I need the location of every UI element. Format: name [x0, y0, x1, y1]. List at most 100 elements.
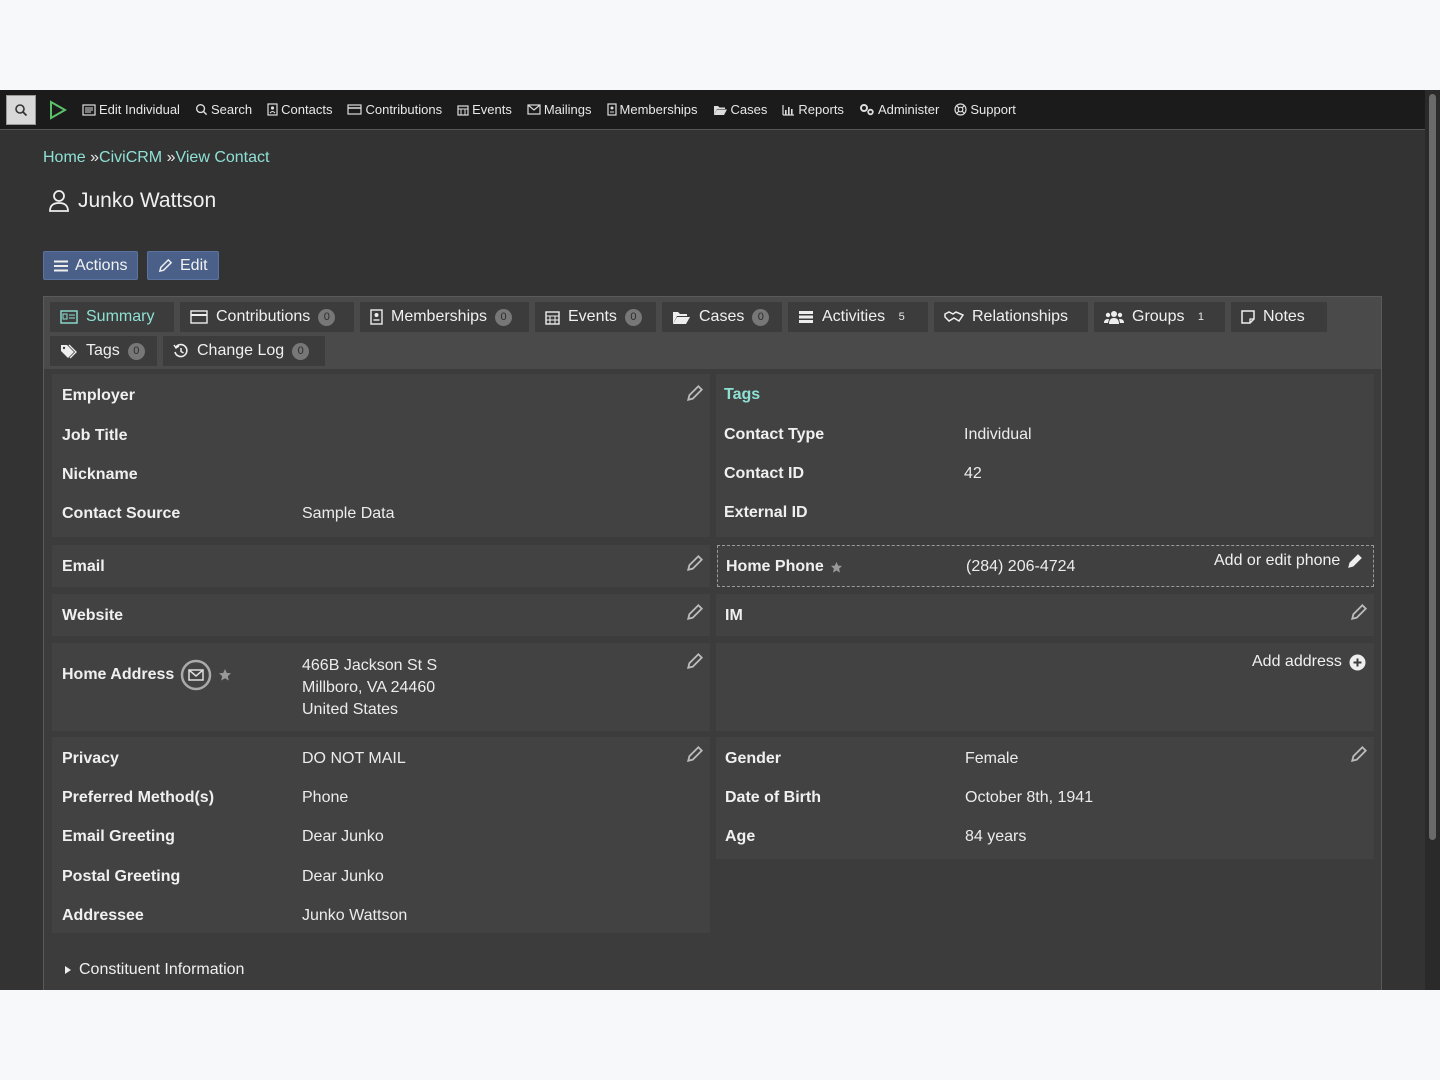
email-block: Email [52, 545, 710, 587]
contact-source-label: Contact Source [62, 505, 181, 522]
address-card-icon [82, 103, 96, 116]
caret-right-icon [65, 966, 71, 974]
email-greeting-label: Email Greeting [62, 828, 175, 845]
pencil-icon[interactable] [686, 384, 704, 402]
menu-memberships[interactable]: Memberships [606, 102, 698, 117]
search-icon [195, 103, 208, 116]
tab-cases[interactable]: Cases 0 [662, 302, 782, 332]
nickname-label: Nickname [62, 466, 138, 483]
menu-contacts[interactable]: Contacts [267, 102, 332, 117]
pencil-icon [158, 258, 173, 273]
menu-search-button[interactable] [6, 94, 36, 125]
tab-change-log[interactable]: Change Log 0 [163, 336, 325, 366]
tab-contributions[interactable]: Contributions 0 [180, 302, 354, 332]
dob-value: October 8th, 1941 [965, 789, 1094, 806]
contact-type-block: Tags Contact Type Individual Contact ID … [716, 374, 1374, 537]
address-card-icon [60, 310, 78, 324]
folder-open-icon [713, 105, 727, 115]
tab-activities[interactable]: Activities 5 [788, 302, 928, 332]
phone-block[interactable]: Home Phone (284) 206-4724 Add or edit ph… [717, 545, 1374, 587]
page-title: Junko Wattson [48, 189, 216, 213]
add-address-block: Add address [716, 643, 1374, 731]
tags-icon [61, 344, 77, 358]
pencil-icon[interactable] [1350, 745, 1368, 763]
tab-count-badge: 5 [898, 311, 905, 323]
menu-edit-individual[interactable]: Edit Individual [82, 102, 180, 117]
pencil-icon[interactable] [686, 554, 704, 572]
im-label: IM [725, 607, 743, 624]
tab-count-badge: 0 [318, 308, 336, 326]
tab-events[interactable]: Events 0 [535, 302, 656, 332]
contact-type-value: Individual [964, 426, 1032, 443]
menu-support[interactable]: Support [954, 102, 1016, 117]
bars-icon [54, 260, 68, 271]
address-block: Home Address 466B Jackson St S Millboro,… [52, 643, 710, 731]
postal-greeting-value: Dear Junko [302, 868, 384, 885]
external-id-label: External ID [724, 504, 808, 521]
add-address-link[interactable]: Add address [1252, 653, 1366, 671]
website-block: Website [52, 594, 710, 636]
menu-contributions[interactable]: Contributions [347, 102, 442, 117]
breadcrumb-civicrm[interactable]: CiviCRM [99, 149, 162, 166]
menu-cases[interactable]: Cases [713, 102, 767, 117]
civicrm-logo-icon[interactable] [48, 99, 68, 120]
add-edit-phone-link[interactable]: Add or edit phone [1214, 552, 1363, 570]
handshake-icon [944, 311, 964, 323]
age-label: Age [725, 828, 756, 845]
edit-button[interactable]: Edit [147, 251, 219, 280]
cogs-icon [859, 104, 874, 116]
tags-label[interactable]: Tags [724, 386, 760, 404]
page-scrollbar[interactable] [1425, 90, 1440, 990]
menu-events[interactable]: Events [457, 102, 512, 117]
actions-button[interactable]: Actions [43, 251, 139, 280]
life-ring-icon [954, 103, 967, 116]
email-label: Email [62, 558, 105, 575]
envelope-icon [181, 659, 212, 691]
bar-chart-icon [782, 104, 795, 116]
breadcrumb: Home »CiviCRM »View Contact [43, 149, 270, 166]
menu-search[interactable]: Search [195, 102, 252, 117]
addressee-label: Addressee [62, 907, 144, 924]
im-block: IM [716, 594, 1374, 636]
tab-memberships[interactable]: Memberships 0 [360, 302, 529, 332]
preferred-methods-label: Preferred Method(s) [62, 789, 215, 806]
tab-groups[interactable]: Groups 1 [1094, 302, 1225, 332]
envelope-icon [527, 104, 541, 115]
folder-open-icon [673, 311, 690, 324]
tab-count-badge: 0 [292, 342, 310, 360]
tasks-icon [799, 311, 813, 323]
contact-type-label: Contact Type [724, 426, 825, 443]
calendar-icon [457, 104, 469, 116]
pencil-icon[interactable] [686, 603, 704, 621]
tab-relationships[interactable]: Relationships [934, 302, 1088, 332]
tab-count-badge: 1 [1197, 311, 1205, 323]
tab-summary[interactable]: Summary [50, 302, 174, 332]
tab-notes[interactable]: Notes [1231, 302, 1327, 332]
tab-count-badge: 0 [752, 308, 770, 326]
tab-count-badge: 0 [127, 342, 145, 360]
contact-id-value: 42 [964, 465, 982, 482]
star-icon [830, 561, 842, 573]
user-icon [49, 190, 69, 212]
id-badge-icon [606, 103, 617, 116]
users-icon [1104, 311, 1124, 324]
scrollbar-thumb[interactable] [1429, 94, 1436, 840]
menu-reports[interactable]: Reports [782, 102, 844, 117]
menu-administer[interactable]: Administer [859, 102, 939, 117]
id-badge-icon [370, 309, 383, 325]
contact-id-label: Contact ID [724, 465, 804, 482]
browser-viewport: Edit Individual Search Contacts Contribu… [0, 90, 1440, 990]
pencil-icon[interactable] [686, 652, 704, 670]
menu-mailings[interactable]: Mailings [527, 102, 592, 117]
constituent-info-toggle[interactable]: Constituent Information [64, 961, 244, 979]
calendar-icon [545, 310, 560, 325]
privacy-label: Privacy [62, 750, 119, 767]
breadcrumb-view-contact[interactable]: View Contact [175, 149, 269, 166]
search-icon [15, 103, 28, 116]
tab-tags[interactable]: Tags 0 [50, 336, 157, 366]
history-icon [173, 343, 188, 358]
pencil-icon[interactable] [686, 745, 704, 763]
age-value: 84 years [965, 828, 1027, 845]
breadcrumb-home[interactable]: Home [43, 149, 86, 166]
pencil-icon[interactable] [1350, 603, 1368, 621]
